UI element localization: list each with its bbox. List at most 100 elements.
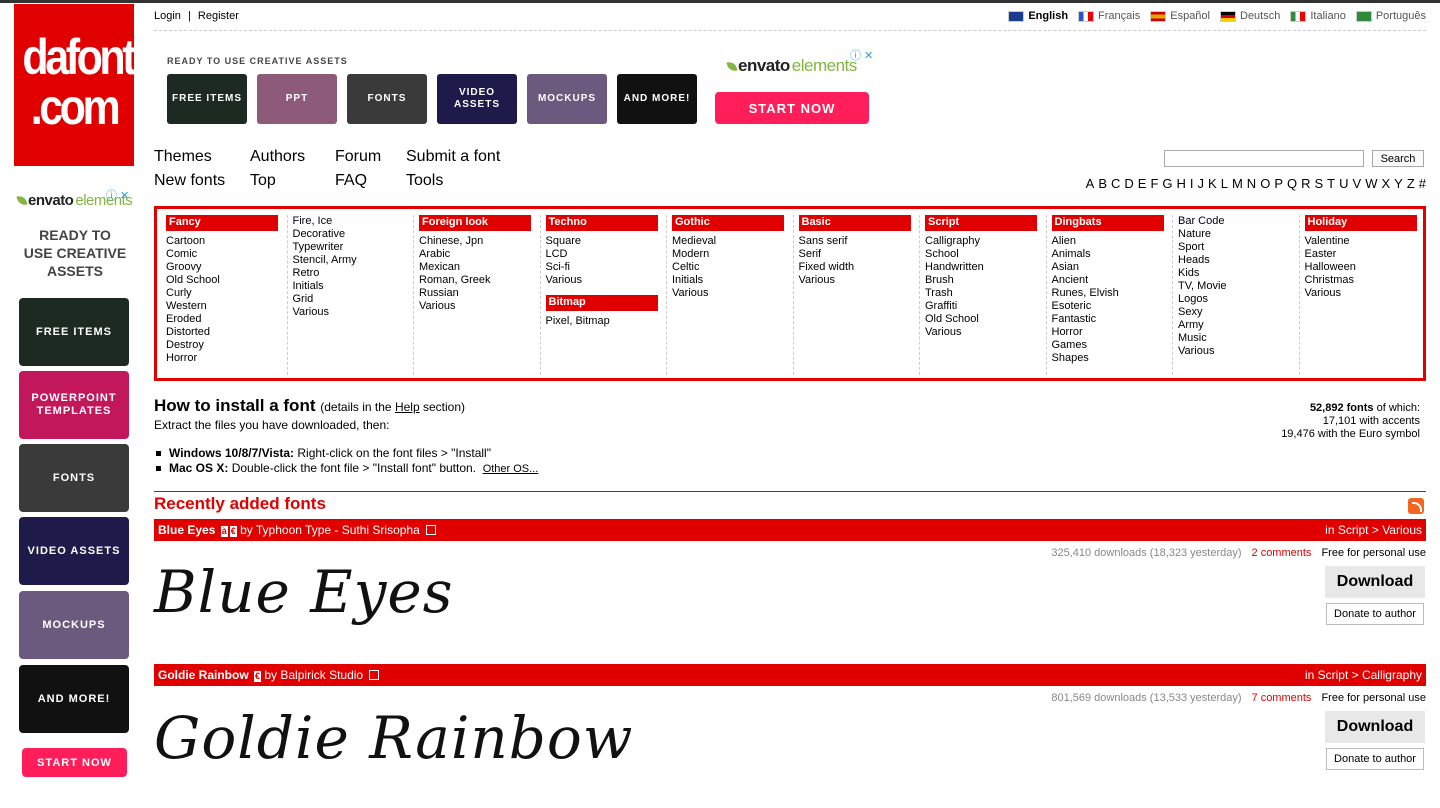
- left-ad-tile-more[interactable]: AND MORE!: [19, 665, 129, 733]
- lang-portugues[interactable]: Português: [1355, 10, 1426, 22]
- donate-button[interactable]: Donate to author: [1326, 748, 1424, 770]
- alphabet-letter[interactable]: R: [1301, 176, 1310, 191]
- lang-espanol[interactable]: Español: [1150, 10, 1210, 22]
- category-link[interactable]: Halloween: [1305, 261, 1425, 274]
- category-link[interactable]: Fixed width: [799, 261, 919, 274]
- font-category-link[interactable]: in Script > Calligraphy: [1305, 668, 1422, 682]
- rss-icon[interactable]: [1408, 498, 1424, 514]
- category-link[interactable]: Brush: [925, 274, 1045, 287]
- nav-themes[interactable]: Themes: [154, 148, 212, 166]
- login-link[interactable]: Login: [154, 10, 181, 22]
- alphabet-letter[interactable]: B: [1098, 176, 1107, 191]
- top-ad-tile-mockups[interactable]: MOCKUPS: [527, 74, 607, 124]
- category-link[interactable]: Decorative: [293, 228, 413, 241]
- category-link[interactable]: Kids: [1178, 267, 1298, 280]
- category-link[interactable]: Fantastic: [1052, 313, 1172, 326]
- category-link[interactable]: Handwritten: [925, 261, 1045, 274]
- top-ad-tile-free-items[interactable]: FREE ITEMS: [167, 74, 247, 124]
- category-link[interactable]: Runes, Elvish: [1052, 287, 1172, 300]
- font-name-link[interactable]: Goldie Rainbow: [158, 668, 249, 682]
- alphabet-letter[interactable]: Y: [1394, 176, 1403, 191]
- category-link[interactable]: Chinese, Jpn: [419, 235, 539, 248]
- category-link[interactable]: Animals: [1052, 248, 1172, 261]
- alphabet-letter[interactable]: L: [1221, 176, 1228, 191]
- nav-top[interactable]: Top: [250, 172, 276, 190]
- alphabet-letter[interactable]: J: [1198, 176, 1205, 191]
- donate-button[interactable]: Donate to author: [1326, 603, 1424, 625]
- category-link[interactable]: Medieval: [672, 235, 792, 248]
- alphabet-letter[interactable]: P: [1274, 176, 1283, 191]
- category-heading[interactable]: Bitmap: [545, 295, 658, 311]
- category-link[interactable]: Initials: [293, 280, 413, 293]
- register-link[interactable]: Register: [198, 10, 239, 22]
- category-link[interactable]: Various: [1178, 345, 1298, 358]
- nav-submit-font[interactable]: Submit a font: [406, 148, 500, 166]
- category-link[interactable]: Valentine: [1305, 235, 1425, 248]
- category-link[interactable]: Various: [799, 274, 919, 287]
- category-link[interactable]: Esoteric: [1052, 300, 1172, 313]
- ad-choices-icon[interactable]: ⓘ ✕: [106, 187, 129, 203]
- lang-english[interactable]: English: [1008, 10, 1068, 22]
- category-link[interactable]: Serif: [799, 248, 919, 261]
- category-link[interactable]: Asian: [1052, 261, 1172, 274]
- category-link[interactable]: Horror: [1052, 326, 1172, 339]
- category-link[interactable]: Eroded: [166, 313, 286, 326]
- category-link[interactable]: Christmas: [1305, 274, 1425, 287]
- category-link[interactable]: Old School: [166, 274, 286, 287]
- nav-faq[interactable]: FAQ: [335, 172, 367, 190]
- category-link[interactable]: Calligraphy: [925, 235, 1045, 248]
- alphabet-letter[interactable]: N: [1247, 176, 1256, 191]
- nav-new-fonts[interactable]: New fonts: [154, 172, 225, 190]
- alphabet-letter[interactable]: F: [1150, 176, 1158, 191]
- category-heading[interactable]: Holiday: [1304, 215, 1417, 231]
- lang-francais[interactable]: Français: [1078, 10, 1140, 22]
- font-comments-link[interactable]: 7 comments: [1252, 692, 1312, 704]
- category-link[interactable]: Alien: [1052, 235, 1172, 248]
- alphabet-letter[interactable]: X: [1381, 176, 1390, 191]
- category-link[interactable]: Games: [1052, 339, 1172, 352]
- external-link-icon[interactable]: [369, 670, 380, 680]
- other-os-link[interactable]: Other OS...: [483, 463, 539, 475]
- category-link[interactable]: Sexy: [1178, 306, 1298, 319]
- category-heading[interactable]: Gothic: [672, 215, 784, 231]
- category-link[interactable]: Groovy: [166, 261, 286, 274]
- alphabet-letter[interactable]: O: [1260, 176, 1270, 191]
- alphabet-letter[interactable]: C: [1111, 176, 1120, 191]
- category-heading[interactable]: Dingbats: [1051, 215, 1164, 231]
- search-input[interactable]: [1164, 150, 1364, 167]
- category-heading[interactable]: Fancy: [166, 215, 278, 231]
- left-ad-tile-free-items[interactable]: FREE ITEMS: [19, 298, 129, 366]
- category-link[interactable]: Cartoon: [166, 235, 286, 248]
- alphabet-letter[interactable]: D: [1124, 176, 1133, 191]
- category-link[interactable]: Sans serif: [799, 235, 919, 248]
- category-link[interactable]: Horror: [166, 352, 286, 365]
- category-link[interactable]: Roman, Greek: [419, 274, 539, 287]
- category-link[interactable]: Shapes: [1052, 352, 1172, 365]
- alphabet-letter[interactable]: S: [1315, 176, 1324, 191]
- category-link[interactable]: Distorted: [166, 326, 286, 339]
- category-link[interactable]: Comic: [166, 248, 286, 261]
- help-link[interactable]: Help: [395, 400, 420, 414]
- alphabet-letter[interactable]: #: [1419, 176, 1426, 191]
- category-link[interactable]: Stencil, Army: [293, 254, 413, 267]
- category-link[interactable]: Various: [546, 274, 666, 287]
- category-link[interactable]: Army: [1178, 319, 1298, 332]
- nav-tools[interactable]: Tools: [406, 172, 443, 190]
- category-heading[interactable]: Techno: [545, 215, 658, 231]
- category-link[interactable]: Typewriter: [293, 241, 413, 254]
- category-link[interactable]: Logos: [1178, 293, 1298, 306]
- left-ad-banner[interactable]: envato elements ⓘ ✕ READY TO USE CREATIVE…: [14, 184, 136, 784]
- alphabet-letter[interactable]: I: [1190, 176, 1194, 191]
- category-link[interactable]: Initials: [672, 274, 792, 287]
- lang-italiano[interactable]: Italiano: [1290, 10, 1346, 22]
- alphabet-letter[interactable]: E: [1138, 176, 1147, 191]
- category-heading[interactable]: Script: [925, 215, 1037, 231]
- font-category-link[interactable]: in Script > Various: [1325, 523, 1422, 537]
- category-link[interactable]: Russian: [419, 287, 539, 300]
- font-preview-image[interactable]: Goldie Rainbow: [154, 704, 633, 772]
- search-button[interactable]: Search: [1372, 150, 1424, 167]
- category-link[interactable]: Western: [166, 300, 286, 313]
- alphabet-letter[interactable]: T: [1327, 176, 1335, 191]
- category-link[interactable]: School: [925, 248, 1045, 261]
- download-button[interactable]: Download: [1325, 711, 1425, 743]
